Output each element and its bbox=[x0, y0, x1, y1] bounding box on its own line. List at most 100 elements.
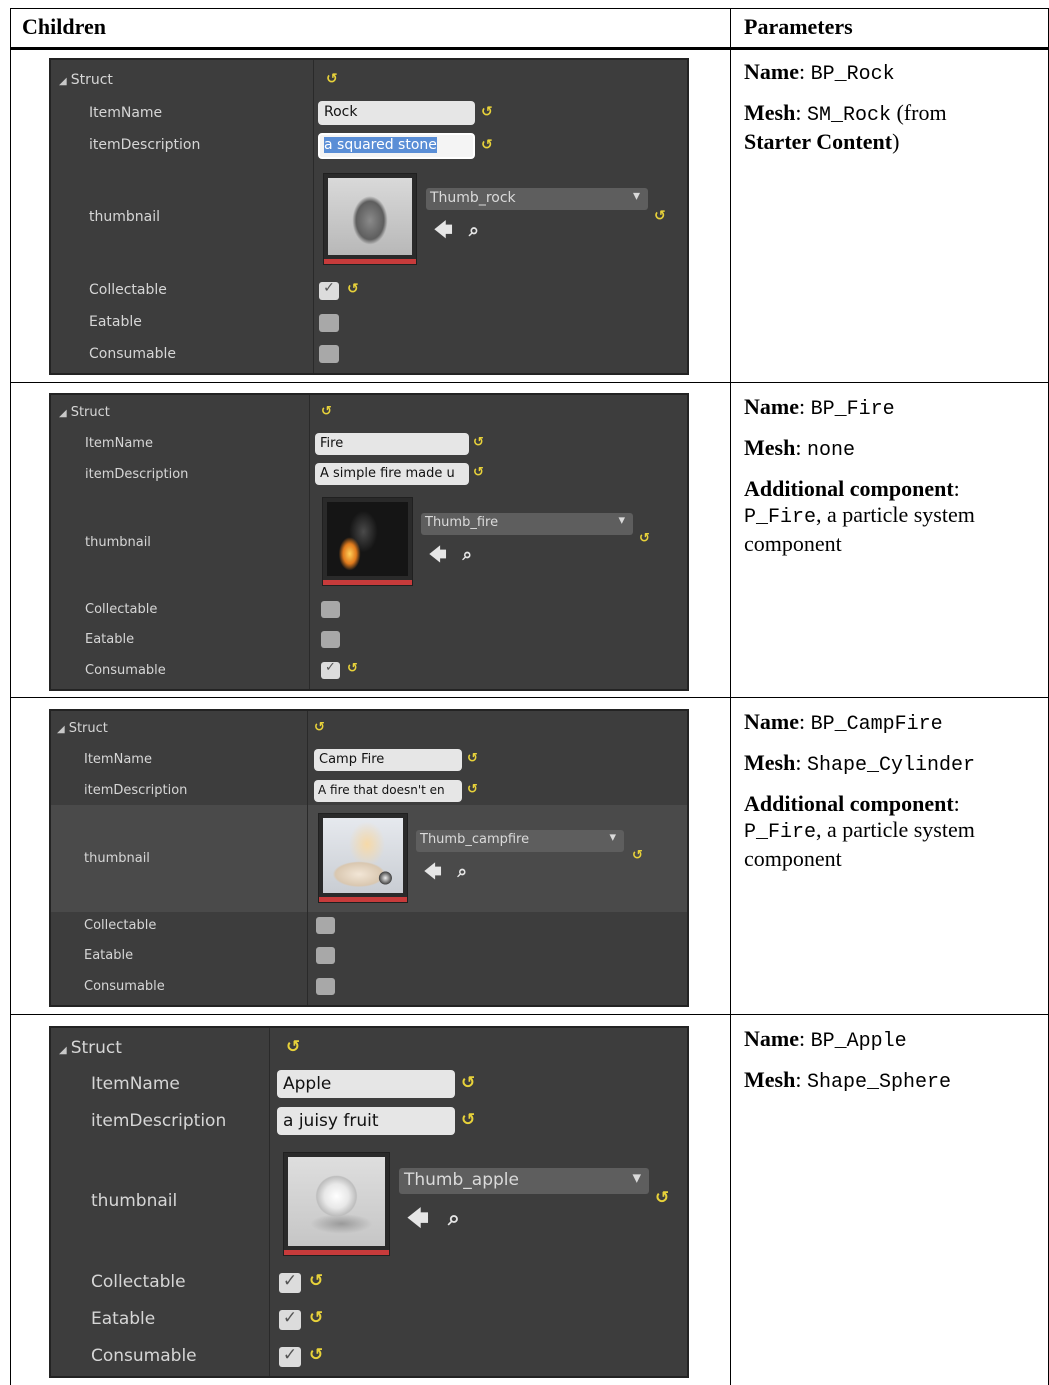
rock-thumbnail-image bbox=[328, 178, 412, 255]
struct-header[interactable]: ◢ Struct bbox=[59, 72, 113, 88]
thumbnail-asset-name: Thumb_campfire bbox=[420, 832, 530, 847]
mesh-suffix-bold: Starter Content bbox=[744, 129, 893, 154]
collapse-triangle-icon[interactable]: ◢ bbox=[59, 1045, 67, 1056]
reset-to-default-icon[interactable]: ↺ bbox=[467, 751, 478, 766]
name-label: Name bbox=[744, 59, 799, 84]
reset-to-default-icon[interactable]: ↺ bbox=[473, 465, 484, 480]
left-arrow-icon[interactable]: 🡄 bbox=[424, 862, 442, 882]
item-description-value: A fire that doesn't en bbox=[318, 783, 445, 797]
mesh-label: Mesh bbox=[744, 100, 796, 125]
name-value: BP_Rock bbox=[810, 63, 895, 86]
eatable-checkbox[interactable] bbox=[316, 947, 335, 964]
left-arrow-icon[interactable]: 🡄 bbox=[434, 220, 453, 241]
item-description-field[interactable]: A fire that doesn't en bbox=[314, 780, 462, 802]
consumable-checkbox[interactable] bbox=[319, 345, 339, 363]
collectable-checkbox[interactable] bbox=[319, 280, 339, 300]
mesh-value: SM_Rock bbox=[806, 104, 891, 127]
eatable-checkbox[interactable] bbox=[279, 1308, 301, 1330]
thumbnail-preview[interactable] bbox=[322, 497, 413, 586]
search-icon[interactable]: ⌕ bbox=[457, 862, 467, 882]
left-arrow-icon[interactable]: 🡄 bbox=[429, 545, 447, 565]
collectable-label: Collectable bbox=[85, 602, 158, 617]
item-name-field[interactable]: Camp Fire bbox=[314, 749, 462, 771]
item-name-field[interactable]: Fire bbox=[315, 433, 469, 455]
thumbnail-asset-dropdown[interactable]: Thumb_rock ▾ bbox=[426, 188, 648, 210]
reset-to-default-icon[interactable]: ↺ bbox=[632, 848, 643, 863]
thumbnail-asset-dropdown[interactable]: Thumb_apple ▾ bbox=[399, 1168, 649, 1194]
collapse-triangle-icon[interactable]: ◢ bbox=[57, 724, 65, 735]
reset-to-default-icon[interactable]: ↺ bbox=[309, 1308, 323, 1328]
reset-to-default-icon[interactable]: ↺ bbox=[461, 1073, 475, 1093]
item-description-field[interactable]: a squared stone bbox=[318, 133, 475, 159]
search-icon[interactable]: ⌕ bbox=[462, 545, 472, 565]
thumbnail-preview[interactable] bbox=[283, 1152, 390, 1256]
thumbnail-preview[interactable] bbox=[318, 813, 408, 903]
struct-header[interactable]: ◢ Struct bbox=[57, 721, 108, 736]
struct-panel-fire: ◢ Struct ↺ ItemName Fire ↺ itemDescriptio… bbox=[49, 393, 689, 691]
header-children: Children bbox=[22, 14, 106, 39]
reset-to-default-icon[interactable]: ↺ bbox=[461, 1110, 475, 1130]
collectable-checkbox[interactable] bbox=[316, 917, 335, 934]
reset-to-default-icon[interactable]: ↺ bbox=[326, 71, 338, 87]
reset-to-default-icon[interactable]: ↺ bbox=[481, 104, 493, 120]
thumbnail-asset-dropdown[interactable]: Thumb_campfire ▾ bbox=[416, 830, 624, 852]
consumable-label: Consumable bbox=[89, 346, 176, 362]
reset-to-default-icon[interactable]: ↺ bbox=[347, 661, 358, 676]
eatable-checkbox[interactable] bbox=[319, 314, 339, 332]
mesh-value: none bbox=[806, 439, 855, 462]
struct-header[interactable]: ◢ Struct bbox=[59, 1038, 122, 1058]
item-name-value: Camp Fire bbox=[319, 752, 385, 767]
table-border-top bbox=[10, 8, 1049, 9]
item-name-value: Apple bbox=[283, 1074, 332, 1094]
consumable-checkbox[interactable] bbox=[316, 978, 335, 995]
header-parameters: Parameters bbox=[744, 14, 853, 39]
collectable-checkbox[interactable] bbox=[279, 1271, 301, 1293]
struct-header[interactable]: ◢ Struct bbox=[59, 405, 110, 420]
reset-to-default-icon[interactable]: ↺ bbox=[321, 404, 332, 419]
eatable-label: Eatable bbox=[85, 632, 135, 647]
struct-panel-campfire: ◢ Struct ↺ ItemName Camp Fire ↺ itemDescr… bbox=[49, 709, 689, 1007]
reset-to-default-icon[interactable]: ↺ bbox=[467, 782, 478, 797]
collectable-label: Collectable bbox=[84, 918, 157, 933]
thumbnail-preview[interactable] bbox=[323, 173, 417, 265]
item-description-field[interactable]: a juisy fruit bbox=[277, 1107, 455, 1135]
reset-to-default-icon[interactable]: ↺ bbox=[481, 137, 493, 153]
reset-to-default-icon[interactable]: ↺ bbox=[473, 435, 484, 450]
thumbnail-asset-name: Thumb_rock bbox=[430, 190, 516, 206]
eatable-checkbox[interactable] bbox=[321, 631, 340, 648]
search-icon[interactable]: ⌕ bbox=[469, 220, 479, 241]
consumable-checkbox[interactable] bbox=[321, 660, 340, 679]
collectable-label: Collectable bbox=[91, 1272, 186, 1292]
mesh-label: Mesh bbox=[744, 750, 796, 775]
reset-to-default-icon[interactable]: ↺ bbox=[314, 720, 325, 735]
reset-to-default-icon[interactable]: ↺ bbox=[309, 1271, 323, 1291]
additional-line: Additional component: P_Fire, a particle … bbox=[744, 476, 975, 556]
reset-to-default-icon[interactable]: ↺ bbox=[655, 1188, 669, 1208]
item-name-field[interactable]: Rock bbox=[318, 101, 475, 125]
reset-to-default-icon[interactable]: ↺ bbox=[309, 1345, 323, 1365]
item-description-label: itemDescription bbox=[89, 137, 201, 153]
row-divider bbox=[10, 382, 1049, 383]
reset-to-default-icon[interactable]: ↺ bbox=[639, 531, 650, 546]
mesh-value: Shape_Cylinder bbox=[806, 754, 975, 777]
item-name-value: Rock bbox=[324, 104, 358, 120]
reset-to-default-icon[interactable]: ↺ bbox=[347, 281, 359, 297]
consumable-checkbox[interactable] bbox=[279, 1345, 301, 1367]
item-description-field[interactable]: A simple fire made u bbox=[315, 463, 469, 485]
mesh-line: Mesh: Shape_Sphere bbox=[744, 1067, 951, 1094]
left-arrow-icon[interactable]: 🡄 bbox=[407, 1206, 429, 1230]
item-name-field[interactable]: Apple bbox=[277, 1070, 455, 1098]
search-icon[interactable]: ⌕ bbox=[448, 1206, 460, 1230]
collapse-triangle-icon[interactable]: ◢ bbox=[59, 408, 67, 419]
campfire-thumbnail-image bbox=[323, 818, 403, 893]
reset-to-default-icon[interactable]: ↺ bbox=[286, 1037, 300, 1057]
asset-tools: 🡄 ⌕ bbox=[424, 859, 467, 888]
thumbnail-bar bbox=[323, 580, 412, 585]
collectable-checkbox[interactable] bbox=[321, 601, 340, 618]
mesh-line: Mesh: Shape_Cylinder bbox=[744, 750, 975, 777]
mesh-label: Mesh bbox=[744, 1067, 796, 1092]
reset-to-default-icon[interactable]: ↺ bbox=[654, 208, 666, 224]
eatable-label: Eatable bbox=[84, 948, 134, 963]
collapse-triangle-icon[interactable]: ◢ bbox=[59, 76, 67, 87]
thumbnail-asset-dropdown[interactable]: Thumb_fire ▾ bbox=[421, 513, 633, 535]
